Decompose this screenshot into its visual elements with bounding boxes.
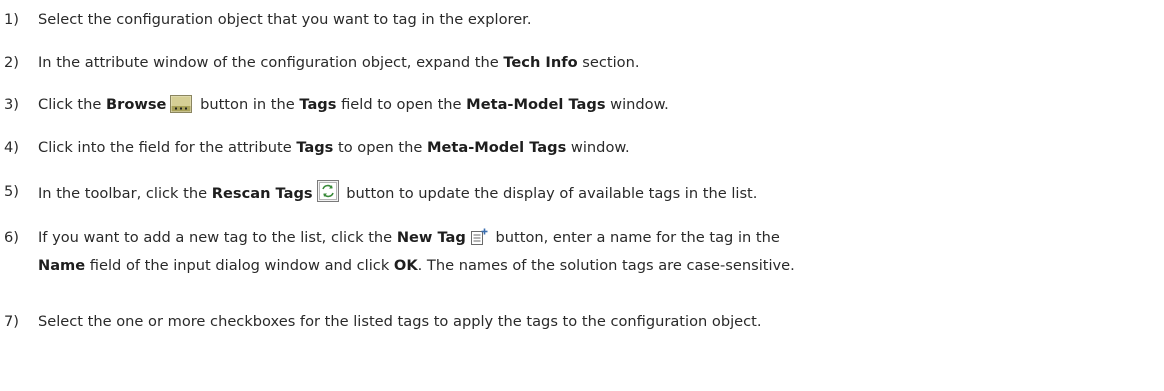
step-text: In the toolbar, click the Rescan Tags bu… <box>38 180 757 210</box>
rescan-tags-icon <box>316 180 339 210</box>
step-text: Select the configuration object that you… <box>38 11 532 28</box>
browse-button-icon <box>170 95 193 121</box>
step-number: 4) <box>4 139 19 156</box>
new-tag-icon <box>470 228 488 254</box>
step-number: 6) <box>4 229 19 246</box>
term-meta-model-tags: Meta-Model Tags <box>466 96 606 113</box>
step-number: 5) <box>4 183 19 200</box>
term-browse: Browse <box>106 96 167 113</box>
term-ok: OK <box>393 257 418 274</box>
term-rescan-tags: Rescan Tags <box>211 185 313 202</box>
term-meta-model-tags: Meta-Model Tags <box>426 139 567 156</box>
step-text: If you want to add a new tag to the list… <box>38 228 795 274</box>
step-number: 2) <box>4 54 19 71</box>
term-tags: Tags <box>296 139 334 156</box>
step-text: In the attribute window of the configura… <box>38 54 640 71</box>
step-number: 3) <box>4 96 19 113</box>
term-tech-info: Tech Info <box>503 54 578 71</box>
term-name: Name <box>38 257 86 274</box>
step-text: Click the Browse button in the Tags fiel… <box>38 93 669 121</box>
step-text: Click into the field for the attribute T… <box>38 139 630 156</box>
step-number: 1) <box>4 11 19 28</box>
step-text: Select the one or more checkboxes for th… <box>38 313 762 330</box>
term-new-tag: New Tag <box>396 229 466 246</box>
step-number: 7) <box>4 313 19 330</box>
term-tags: Tags <box>299 96 337 113</box>
